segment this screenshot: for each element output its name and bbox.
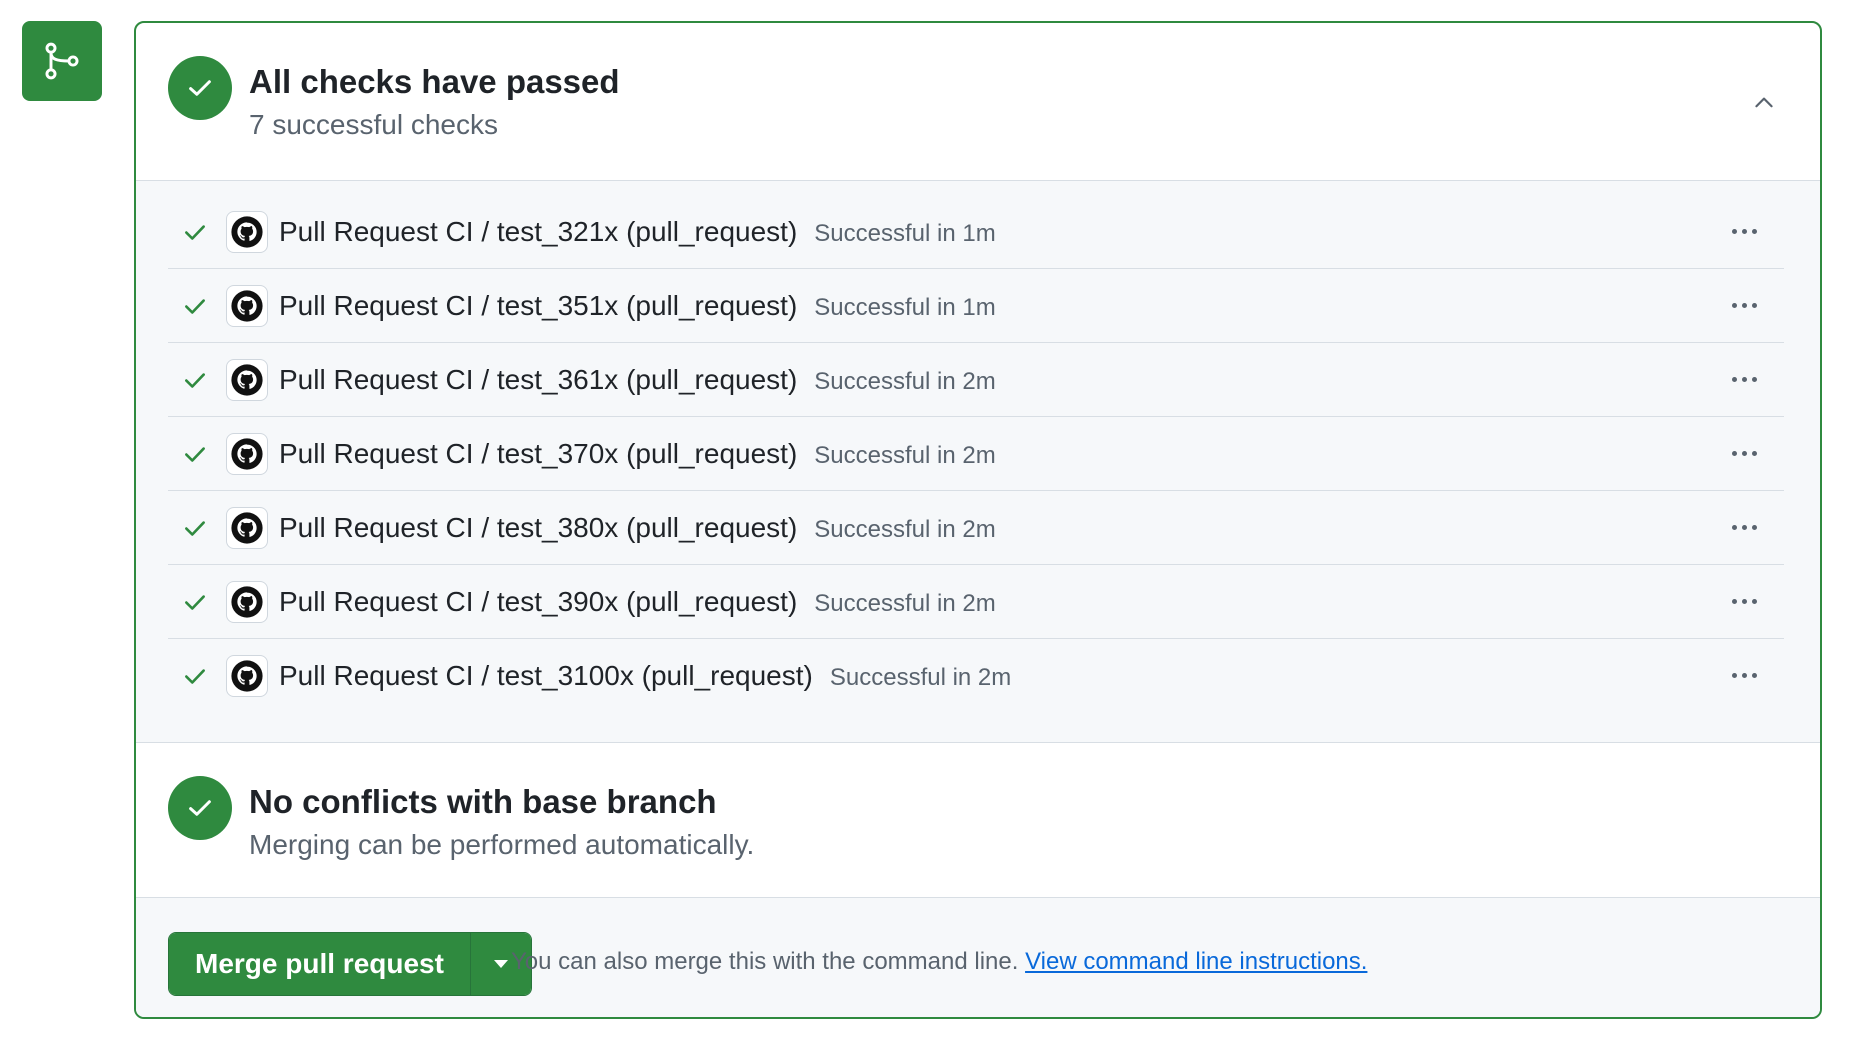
triangle-down-icon [493,960,508,968]
kebab-horizontal-icon[interactable] [1724,509,1764,545]
check-status: Successful in 2m [814,589,996,617]
check-name[interactable]: Pull Request CI / test_380x (pull_reques… [279,512,797,544]
check-status: Successful in 2m [814,515,996,543]
check-icon [182,663,212,689]
check-name[interactable]: Pull Request CI / test_390x (pull_reques… [279,586,797,618]
merge-button-group: Merge pull request [168,932,532,996]
check-icon [182,515,212,541]
check-row: Pull Request CI / test_370x (pull_reques… [168,417,1784,491]
check-status: Successful in 1m [814,293,996,321]
checks-summary-subtitle: 7 successful checks [249,109,498,140]
check-circle-icon [168,56,232,120]
merge-box: All checks have passed 7 successful chec… [134,21,1822,1019]
check-name[interactable]: Pull Request CI / test_361x (pull_reques… [279,364,797,396]
check-row: Pull Request CI / test_361x (pull_reques… [168,343,1784,417]
kebab-horizontal-icon[interactable] [1724,435,1764,471]
merge-pull-request-button[interactable]: Merge pull request [169,933,470,995]
merge-note-text: You can also merge this with the command… [511,948,1019,975]
check-status: Successful in 2m [829,664,1012,691]
git-merge-icon [22,21,102,101]
check-status: Successful in 1m [814,219,996,247]
check-icon [182,441,212,467]
kebab-horizontal-icon[interactable] [1724,361,1764,397]
check-icon [182,589,212,615]
check-row: Pull Request CI / test_3100x (pull_reque… [168,639,1784,713]
kebab-horizontal-icon[interactable] [1724,583,1764,619]
check-status: Successful in 2m [814,367,996,395]
check-name[interactable]: Pull Request CI / test_3100x (pull_reque… [279,660,813,692]
conflicts-title: No conflicts with base branch [249,783,717,820]
conflicts-subtitle: Merging can be performed automatically. [249,829,755,860]
check-row: Pull Request CI / test_321x (pull_reques… [168,195,1784,269]
check-name[interactable]: Pull Request CI / test_321x (pull_reques… [279,216,797,248]
github-logo-icon [226,506,268,549]
check-name[interactable]: Pull Request CI / test_370x (pull_reques… [279,438,797,470]
chevron-up-icon[interactable] [1748,87,1780,119]
command-line-instructions-link[interactable]: View command line instructions. [1025,948,1367,975]
check-circle-icon [168,776,232,840]
checks-summary-title: All checks have passed [249,63,620,100]
check-status: Successful in 2m [814,441,996,469]
check-icon [182,367,212,393]
checks-summary: All checks have passed 7 successful chec… [136,23,1820,181]
github-logo-icon [226,284,268,327]
github-logo-icon [226,432,268,475]
merge-note: You can also merge this with the command… [511,948,1367,976]
check-name[interactable]: Pull Request CI / test_351x (pull_reques… [279,290,797,322]
github-logo-icon [226,210,268,253]
check-icon [182,293,212,319]
github-logo-icon [226,358,268,401]
check-row: Pull Request CI / test_380x (pull_reques… [168,491,1784,565]
kebab-horizontal-icon[interactable] [1724,287,1764,323]
check-icon [182,219,212,245]
check-row: Pull Request CI / test_351x (pull_reques… [168,269,1784,343]
check-row: Pull Request CI / test_390x (pull_reques… [168,565,1784,639]
github-logo-icon [226,580,268,623]
github-logo-icon [226,655,268,697]
kebab-horizontal-icon[interactable] [1724,657,1764,693]
checks-list: Pull Request CI / test_321x (pull_reques… [136,181,1820,743]
conflicts-section: No conflicts with base branch Merging ca… [136,743,1820,898]
merge-area: Merge pull request You can also merge th… [136,898,1820,1017]
kebab-horizontal-icon[interactable] [1724,213,1764,249]
